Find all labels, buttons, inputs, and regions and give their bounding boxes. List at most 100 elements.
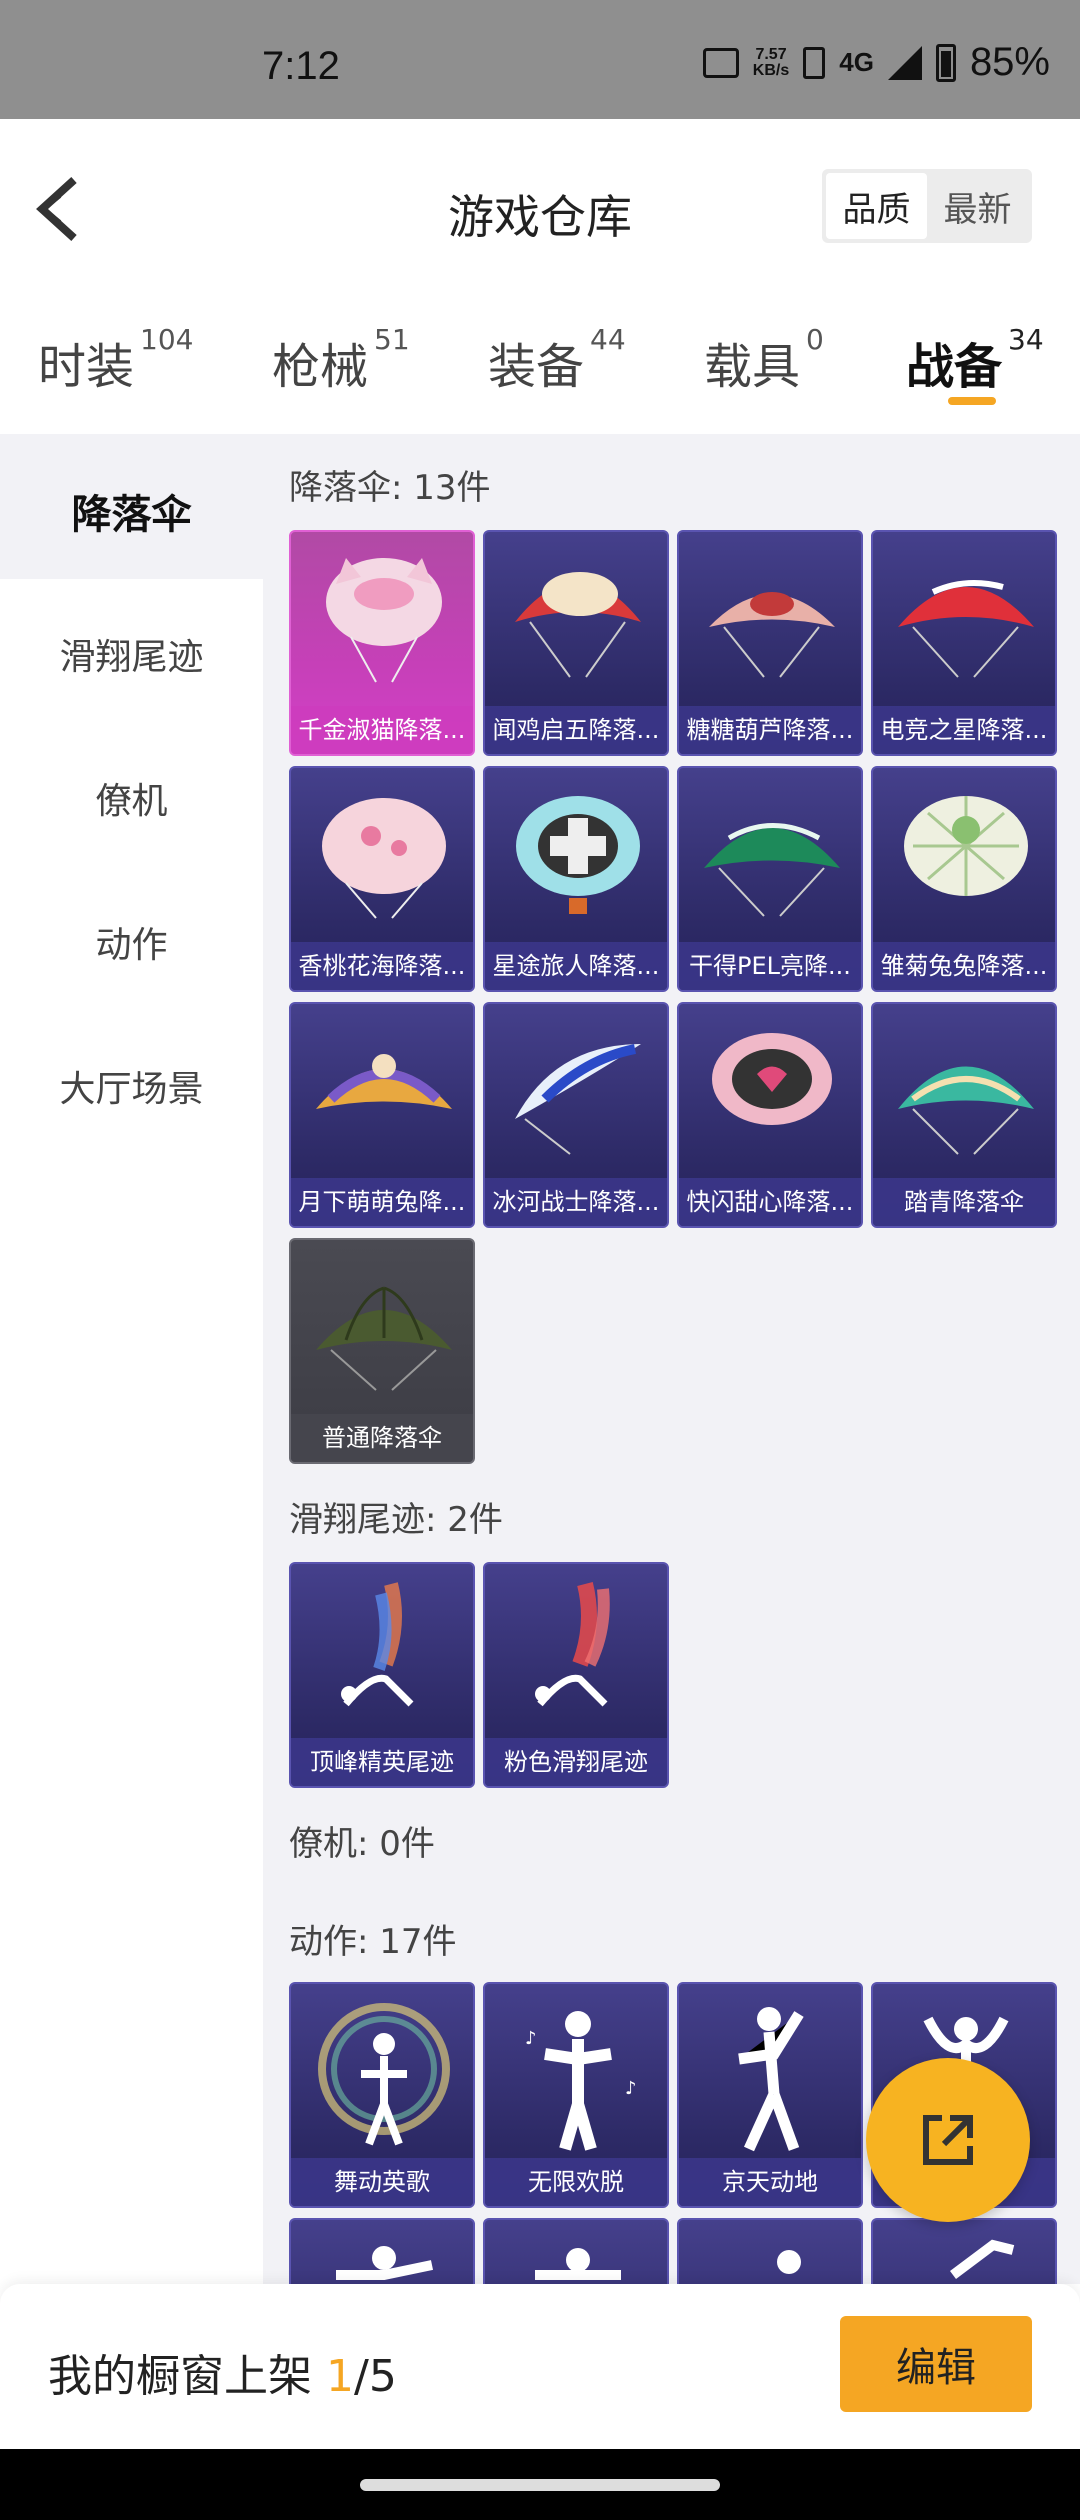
emote-image xyxy=(950,2239,1015,2279)
item-card[interactable]: 闻鸡启五降落... xyxy=(483,530,669,756)
tab-combat-gear[interactable]: 战备 34 xyxy=(906,323,1044,397)
tab-count: 44 xyxy=(590,323,626,356)
tab-label: 枪械 xyxy=(272,339,369,395)
sort-toggle: 品质 最新 xyxy=(822,169,1032,243)
item-card[interactable]: ♪ ♪ 无限欢脱 xyxy=(483,1982,669,2208)
sidebar-item-trail[interactable]: 滑翔尾迹 xyxy=(0,628,263,680)
tab-equipment[interactable]: 装备 44 xyxy=(488,323,626,397)
sidebar-item-wingman[interactable]: 僚机 xyxy=(0,772,263,824)
status-time: 7:12 xyxy=(262,44,340,88)
tab-count: 0 xyxy=(806,323,824,356)
category-tabs: 时装 104 枪械 51 装备 44 载具 0 战备 34 xyxy=(0,289,1080,434)
parachute-image xyxy=(704,823,840,917)
edit-button[interactable]: 编辑 xyxy=(840,2316,1032,2412)
sim-icon xyxy=(803,46,826,79)
item-name: 千金淑猫降落... xyxy=(291,706,473,754)
item-card[interactable]: 干得PEL亮降... xyxy=(677,766,863,992)
item-card[interactable]: 雏菊兔兔降落... xyxy=(871,766,1057,992)
showcase-total: /5 xyxy=(354,2351,397,2402)
parachute-image xyxy=(516,796,640,914)
item-name: 月下萌萌兔降... xyxy=(291,1178,473,1226)
tab-label: 时装 xyxy=(38,339,135,395)
item-card[interactable] xyxy=(483,2218,669,2284)
item-card[interactable]: 普通降落伞 xyxy=(289,1238,475,1464)
status-bar: 7:12 7.57 KB/s 4G 85% xyxy=(0,0,1080,119)
parachute-image xyxy=(712,1033,832,1125)
tab-guns[interactable]: 枪械 51 xyxy=(272,323,410,397)
system-nav-bar xyxy=(0,2449,1080,2520)
item-card[interactable]: 粉色滑翔尾迹 xyxy=(483,1562,669,1788)
item-name: 干得PEL亮降... xyxy=(679,942,861,990)
item-name: 无限欢脱 xyxy=(485,2158,667,2206)
showcase-current: 1 xyxy=(326,2351,354,2402)
tab-label: 装备 xyxy=(488,339,585,395)
vibrate-icon xyxy=(702,47,739,78)
tab-fashion[interactable]: 时装 104 xyxy=(38,323,193,397)
item-card[interactable]: 千金淑猫降落... xyxy=(289,530,475,756)
section-title-trail: 滑翔尾迹: 2件 xyxy=(289,1500,503,1540)
parachute-image xyxy=(709,592,835,678)
item-card[interactable]: 香桃花海降落... xyxy=(289,766,475,992)
item-card[interactable]: 踏青降落伞 xyxy=(871,1002,1057,1228)
parachute-image xyxy=(904,796,1028,896)
item-name: 踏青降落伞 xyxy=(873,1178,1055,1226)
sidebar: 降落伞 滑翔尾迹 僚机 动作 大厅场景 xyxy=(0,434,263,2284)
section-title-emote: 动作: 17件 xyxy=(289,1922,457,1962)
tab-vehicles[interactable]: 载具 0 xyxy=(704,323,824,397)
item-card[interactable]: 舞动英歌 xyxy=(289,1982,475,2208)
parachute-image xyxy=(316,1286,452,1391)
battery-percent: 85% xyxy=(969,40,1050,84)
item-name: 顶峰精英尾迹 xyxy=(291,1738,473,1786)
sidebar-item-parachute[interactable]: 降落伞 xyxy=(0,482,263,540)
item-card[interactable]: 糖糖葫芦降落... xyxy=(677,530,863,756)
section-title-wingman: 僚机: 0件 xyxy=(289,1824,435,1864)
sidebar-item-lobby-scene[interactable]: 大厅场景 xyxy=(0,1060,263,1112)
emote-image xyxy=(535,2248,621,2280)
emote-image xyxy=(738,2007,804,2152)
item-card[interactable] xyxy=(677,2218,863,2284)
svg-text:♪: ♪ xyxy=(625,2078,637,2099)
showcase-bar: 我的橱窗上架 1/5 编辑 xyxy=(0,2284,1080,2449)
showcase-label: 我的橱窗上架 xyxy=(48,2351,326,2402)
sort-quality-button[interactable]: 品质 xyxy=(826,173,927,239)
item-card[interactable]: 顶峰精英尾迹 xyxy=(289,1562,475,1788)
showcase-status: 我的橱窗上架 1/5 xyxy=(48,2340,397,2404)
parachute-image xyxy=(322,798,446,919)
item-card[interactable] xyxy=(871,2218,1057,2284)
battery-icon xyxy=(935,43,956,82)
share-fab[interactable] xyxy=(866,2058,1030,2222)
item-list: 降落伞: 13件 千金淑猫降落... 闻鸡启五降落... 糖糖葫芦降落... 电… xyxy=(263,434,1080,2284)
signal-icon xyxy=(887,45,922,80)
net-speed-value: 7.57 xyxy=(755,45,787,63)
item-card[interactable]: 快闪甜心降落... xyxy=(677,1002,863,1228)
network-type: 4G xyxy=(839,47,874,77)
tab-count: 34 xyxy=(1008,323,1044,356)
item-card[interactable] xyxy=(289,2218,475,2284)
parachute-image xyxy=(898,580,1034,678)
sidebar-bg xyxy=(0,579,263,2284)
sort-newest-button[interactable]: 最新 xyxy=(927,173,1028,239)
tab-active-indicator xyxy=(948,397,996,405)
trail-image xyxy=(535,1582,610,1707)
item-card[interactable]: 月下萌萌兔降... xyxy=(289,1002,475,1228)
net-speed-unit: KB/s xyxy=(752,61,790,79)
item-card[interactable]: 京天动地 xyxy=(677,1982,863,2208)
section-title-parachute: 降落伞: 13件 xyxy=(289,468,491,508)
item-card[interactable]: 冰河战士降落... xyxy=(483,1002,669,1228)
item-card[interactable]: 电竞之星降落... xyxy=(871,530,1057,756)
net-speed: 7.57 KB/s xyxy=(752,45,790,79)
item-name: 普通降落伞 xyxy=(291,1414,473,1462)
trail-image xyxy=(341,1582,414,1707)
item-card[interactable]: 星途旅人降落... xyxy=(483,766,669,992)
emote-image xyxy=(777,2250,801,2274)
header: 游戏仓库 品质 最新 xyxy=(0,119,1080,289)
sidebar-item-emote[interactable]: 动作 xyxy=(0,916,263,968)
emote-image xyxy=(336,2246,434,2280)
item-name: 粉色滑翔尾迹 xyxy=(485,1738,667,1786)
parachute-image xyxy=(316,1054,452,1109)
home-indicator[interactable] xyxy=(360,2479,720,2491)
parachute-image xyxy=(515,1044,641,1155)
tab-label: 战备 xyxy=(906,339,1003,395)
parachute-image xyxy=(898,1066,1034,1155)
item-name: 京天动地 xyxy=(679,2158,861,2206)
